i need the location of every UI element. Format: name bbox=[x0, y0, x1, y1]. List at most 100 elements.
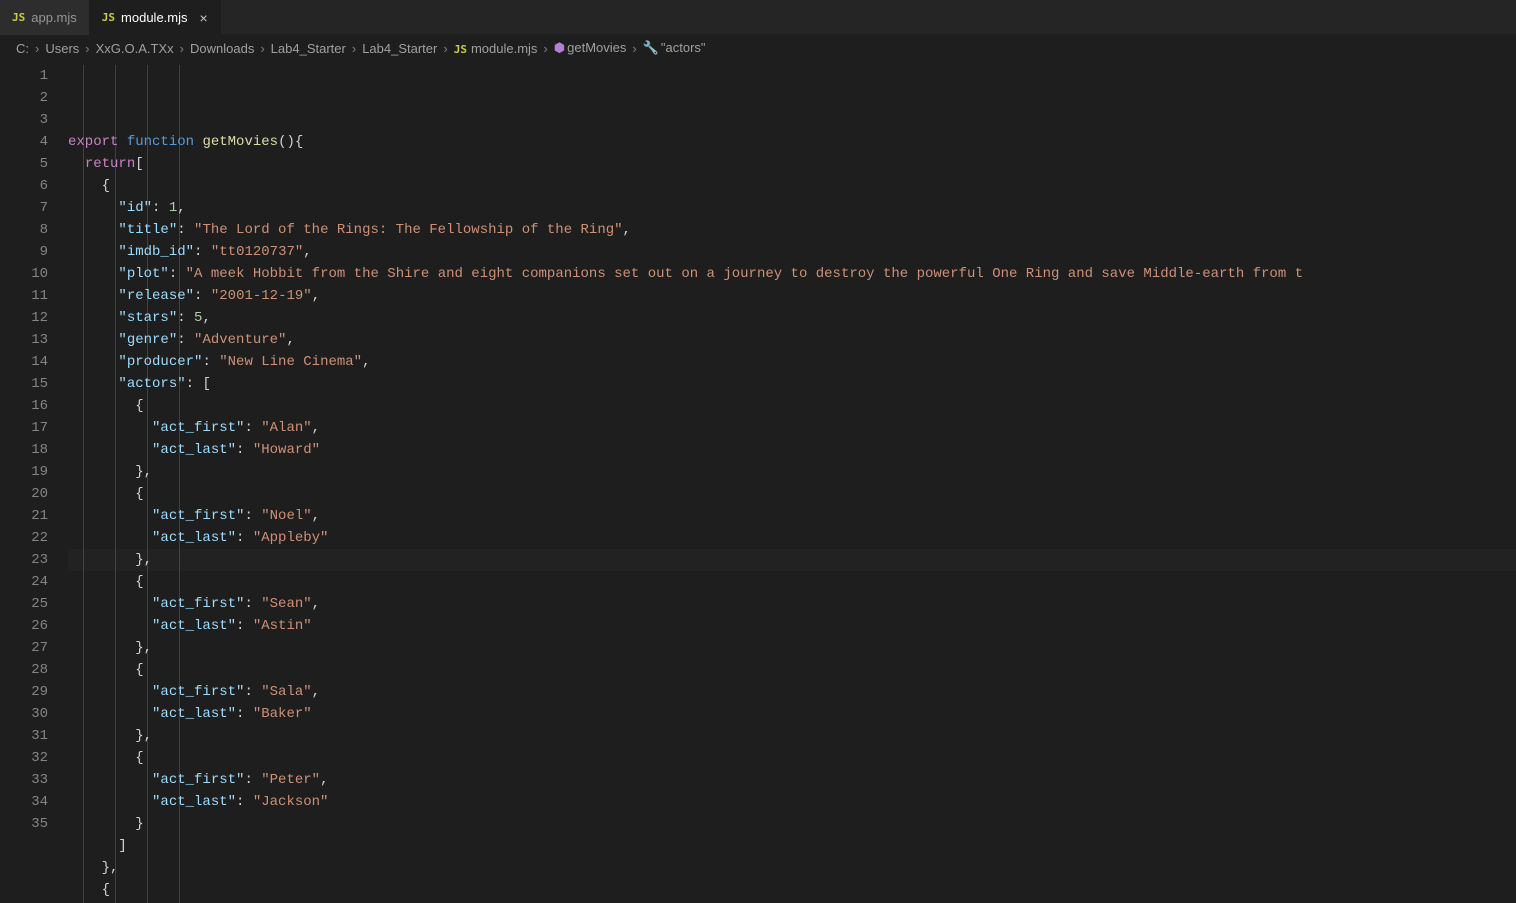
code-line[interactable]: "act_last": "Astin" bbox=[68, 615, 1516, 637]
code-line[interactable]: "act_first": "Noel", bbox=[68, 505, 1516, 527]
line-number: 9 bbox=[0, 241, 48, 263]
tab-label: app.mjs bbox=[31, 10, 77, 25]
line-number: 1 bbox=[0, 65, 48, 87]
chevron-right-icon: › bbox=[178, 41, 186, 56]
breadcrumb-symbol-label: getMovies bbox=[567, 40, 626, 55]
line-number: 14 bbox=[0, 351, 48, 373]
code-line[interactable]: { bbox=[68, 175, 1516, 197]
breadcrumb-segment[interactable]: Lab4_Starter bbox=[362, 41, 437, 56]
line-number: 25 bbox=[0, 593, 48, 615]
code-line[interactable]: "act_last": "Howard" bbox=[68, 439, 1516, 461]
line-number: 16 bbox=[0, 395, 48, 417]
code-line[interactable]: "producer": "New Line Cinema", bbox=[68, 351, 1516, 373]
breadcrumb-segment[interactable]: XxG.O.A.TXx bbox=[96, 41, 174, 56]
code-line[interactable]: "act_last": "Appleby" bbox=[68, 527, 1516, 549]
code-line[interactable]: "act_first": "Sean", bbox=[68, 593, 1516, 615]
code-line[interactable]: "act_last": "Jackson" bbox=[68, 791, 1516, 813]
line-number: 4 bbox=[0, 131, 48, 153]
line-number: 7 bbox=[0, 197, 48, 219]
tab-label: module.mjs bbox=[121, 10, 187, 25]
line-number: 19 bbox=[0, 461, 48, 483]
chevron-right-icon: › bbox=[541, 41, 549, 56]
line-number: 26 bbox=[0, 615, 48, 637]
chevron-right-icon: › bbox=[258, 41, 266, 56]
chevron-right-icon: › bbox=[441, 41, 449, 56]
code-line[interactable]: "act_first": "Sala", bbox=[68, 681, 1516, 703]
breadcrumb-segment[interactable]: C: bbox=[16, 41, 29, 56]
code-content[interactable]: export function getMovies(){ return[ { "… bbox=[68, 65, 1516, 903]
line-number: 27 bbox=[0, 637, 48, 659]
code-line[interactable]: "id": 1, bbox=[68, 197, 1516, 219]
line-number: 21 bbox=[0, 505, 48, 527]
line-number: 11 bbox=[0, 285, 48, 307]
code-line[interactable]: return[ bbox=[68, 153, 1516, 175]
breadcrumb-file[interactable]: JSmodule.mjs bbox=[454, 41, 538, 56]
line-number: 32 bbox=[0, 747, 48, 769]
breadcrumb-segment[interactable]: Lab4_Starter bbox=[271, 41, 346, 56]
code-line[interactable]: "release": "2001-12-19", bbox=[68, 285, 1516, 307]
line-number: 17 bbox=[0, 417, 48, 439]
code-line[interactable]: }, bbox=[68, 549, 1516, 571]
line-number: 5 bbox=[0, 153, 48, 175]
code-line[interactable]: "stars": 5, bbox=[68, 307, 1516, 329]
line-number: 34 bbox=[0, 791, 48, 813]
line-number: 10 bbox=[0, 263, 48, 285]
code-line[interactable]: }, bbox=[68, 461, 1516, 483]
code-line[interactable]: { bbox=[68, 747, 1516, 769]
code-line[interactable]: "plot": "A meek Hobbit from the Shire an… bbox=[68, 263, 1516, 285]
tab-app-mjs[interactable]: JSapp.mjs bbox=[0, 0, 90, 35]
line-number: 28 bbox=[0, 659, 48, 681]
breadcrumb-property-label: "actors" bbox=[661, 40, 706, 55]
code-line[interactable]: "act_last": "Baker" bbox=[68, 703, 1516, 725]
breadcrumb[interactable]: C: › Users › XxG.O.A.TXx › Downloads › Lab4_Star… bbox=[0, 35, 1516, 61]
breadcrumb-symbol[interactable]: ⬢getMovies bbox=[554, 40, 627, 56]
code-line[interactable]: { bbox=[68, 879, 1516, 901]
code-line[interactable]: export function getMovies(){ bbox=[68, 131, 1516, 153]
breadcrumb-segment[interactable]: Users bbox=[45, 41, 79, 56]
code-line[interactable]: { bbox=[68, 395, 1516, 417]
code-line[interactable]: { bbox=[68, 483, 1516, 505]
line-number: 29 bbox=[0, 681, 48, 703]
line-number: 15 bbox=[0, 373, 48, 395]
line-number: 33 bbox=[0, 769, 48, 791]
line-number: 13 bbox=[0, 329, 48, 351]
editor-tabs: JSapp.mjs JS module.mjs × bbox=[0, 0, 1516, 35]
code-line[interactable]: "act_first": "Peter", bbox=[68, 769, 1516, 791]
code-line[interactable]: { bbox=[68, 659, 1516, 681]
chevron-right-icon: › bbox=[630, 41, 638, 56]
line-number: 22 bbox=[0, 527, 48, 549]
line-number: 6 bbox=[0, 175, 48, 197]
line-number-gutter: 1234567891011121314151617181920212223242… bbox=[0, 65, 68, 903]
property-icon: 🔧 bbox=[643, 40, 659, 55]
code-editor[interactable]: 1234567891011121314151617181920212223242… bbox=[0, 61, 1516, 903]
chevron-right-icon: › bbox=[33, 41, 41, 56]
breadcrumb-segment[interactable]: Downloads bbox=[190, 41, 254, 56]
line-number: 3 bbox=[0, 109, 48, 131]
line-number: 35 bbox=[0, 813, 48, 835]
code-line[interactable]: "title": "The Lord of the Rings: The Fel… bbox=[68, 219, 1516, 241]
code-line[interactable]: "genre": "Adventure", bbox=[68, 329, 1516, 351]
line-number: 23 bbox=[0, 549, 48, 571]
code-line[interactable]: }, bbox=[68, 857, 1516, 879]
code-line[interactable]: }, bbox=[68, 725, 1516, 747]
code-line[interactable]: }, bbox=[68, 637, 1516, 659]
code-line[interactable]: "act_first": "Alan", bbox=[68, 417, 1516, 439]
tab-module-mjs[interactable]: JS module.mjs × bbox=[90, 0, 221, 35]
line-number: 8 bbox=[0, 219, 48, 241]
chevron-right-icon: › bbox=[350, 41, 358, 56]
line-number: 2 bbox=[0, 87, 48, 109]
breadcrumb-property[interactable]: 🔧"actors" bbox=[643, 40, 706, 56]
code-line[interactable]: ] bbox=[68, 835, 1516, 857]
code-line[interactable]: "actors": [ bbox=[68, 373, 1516, 395]
code-line[interactable]: "imdb_id": "tt0120737", bbox=[68, 241, 1516, 263]
method-icon: ⬢ bbox=[554, 40, 565, 55]
line-number: 31 bbox=[0, 725, 48, 747]
js-file-icon: JS bbox=[102, 11, 115, 24]
chevron-right-icon: › bbox=[83, 41, 91, 56]
line-number: 24 bbox=[0, 571, 48, 593]
breadcrumb-file-label: module.mjs bbox=[471, 41, 537, 56]
code-line[interactable]: { bbox=[68, 571, 1516, 593]
line-number: 20 bbox=[0, 483, 48, 505]
code-line[interactable]: } bbox=[68, 813, 1516, 835]
close-icon[interactable]: × bbox=[200, 11, 208, 25]
